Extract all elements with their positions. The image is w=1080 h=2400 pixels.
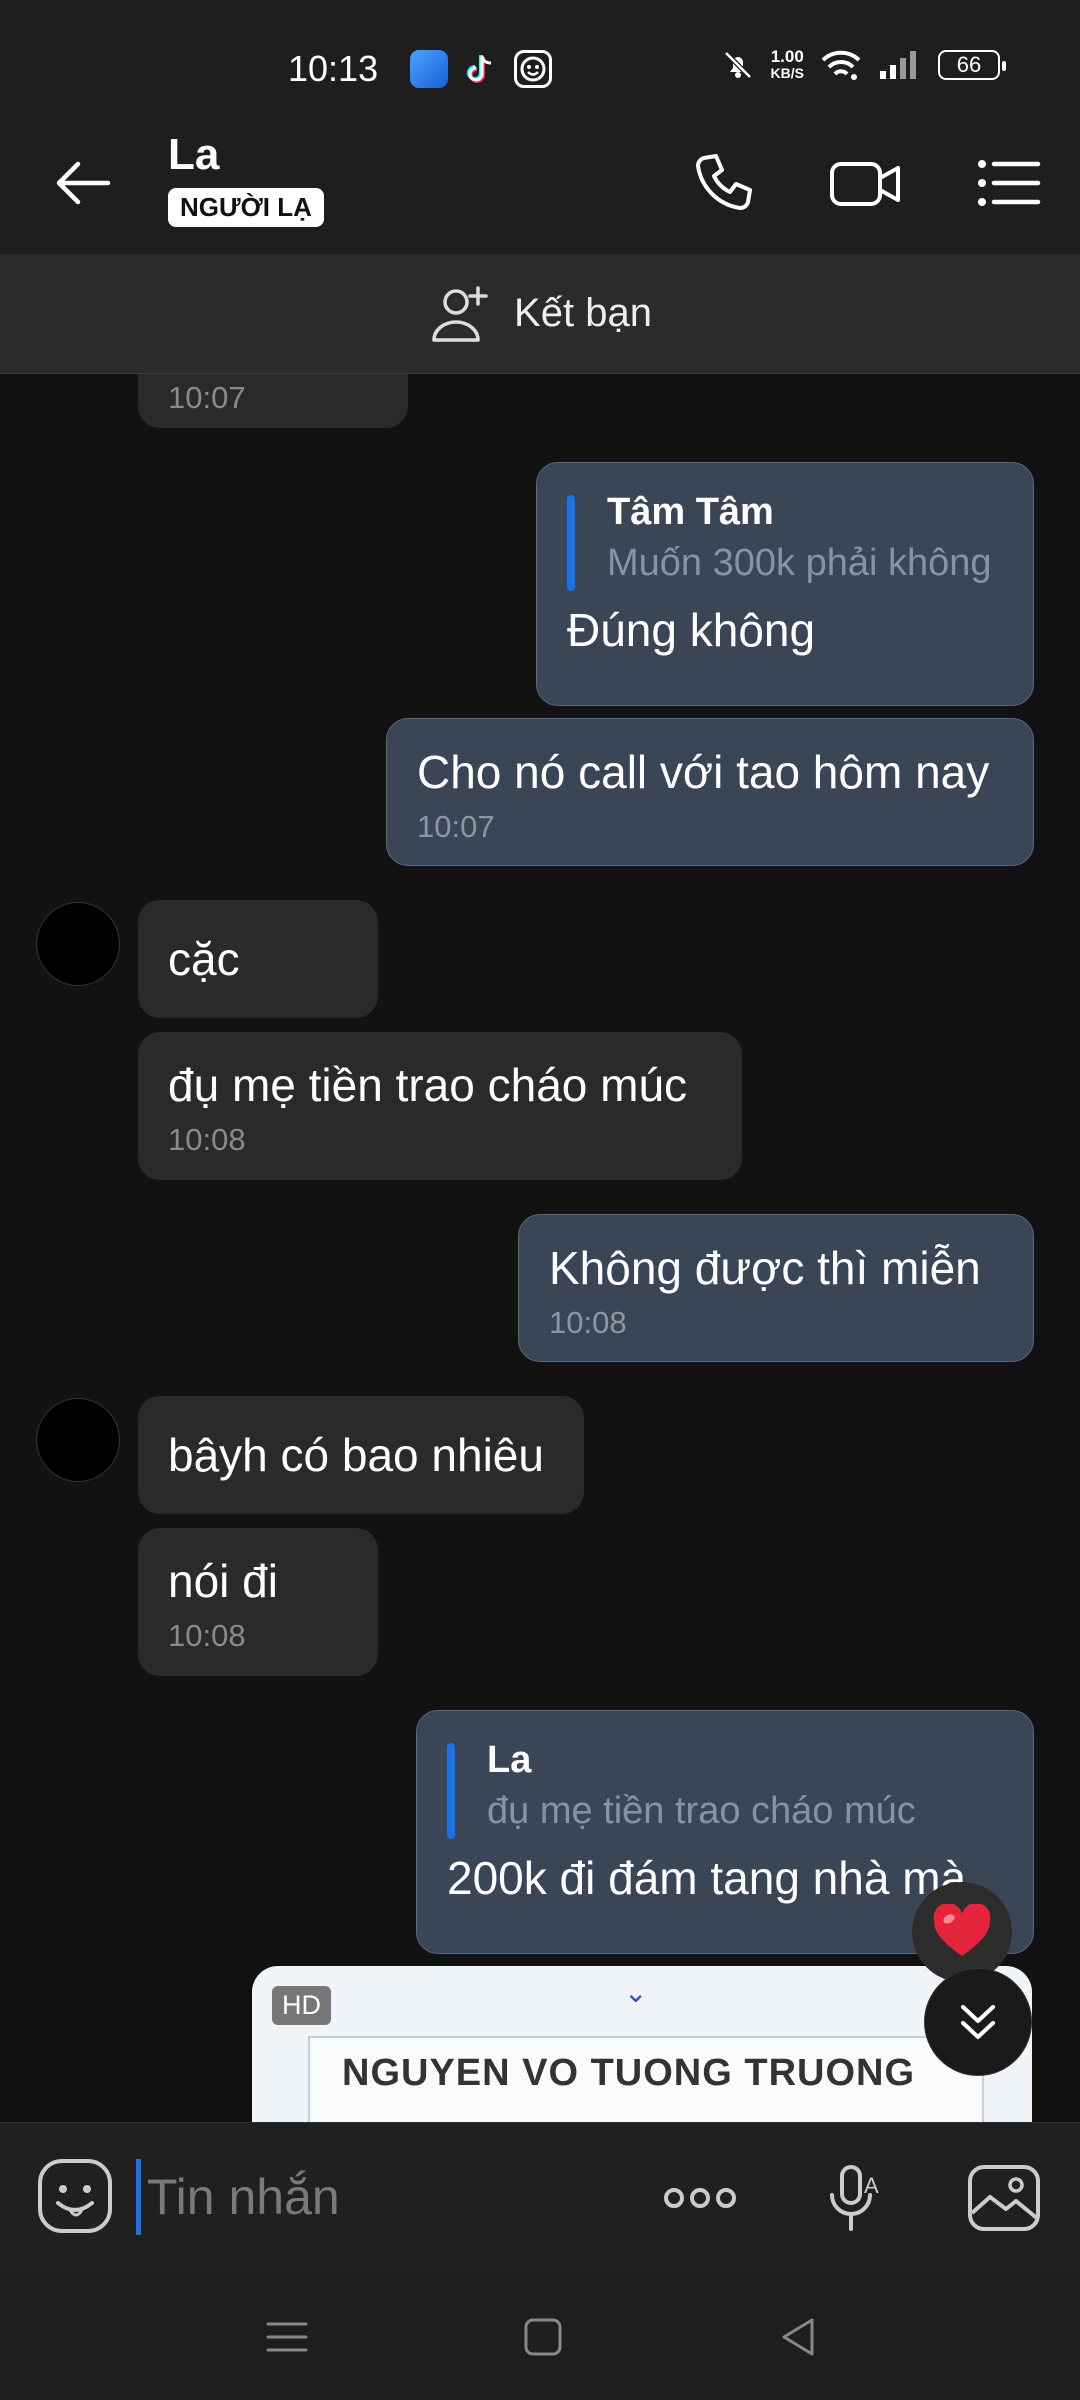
chat-header: La NGƯỜI LẠ	[0, 110, 1080, 254]
message-incoming[interactable]: cặc	[138, 900, 378, 1018]
emoji-icon[interactable]	[36, 2157, 114, 2235]
hd-badge: HD	[272, 1986, 331, 2025]
reply-quote-text: đụ mẹ tiền trao cháo múc	[487, 1790, 916, 1832]
message-outgoing-reply[interactable]: Tâm Tâm Muốn 300k phải không Đúng không	[536, 462, 1034, 706]
system-nav-bar	[0, 2272, 1080, 2400]
arrow-left-icon[interactable]	[48, 148, 118, 218]
list-menu-icon[interactable]	[974, 148, 1044, 218]
svg-text:A: A	[864, 2173, 879, 2198]
scroll-to-bottom-button[interactable]	[924, 1968, 1032, 2076]
message-text: cặc	[168, 933, 240, 985]
image-text: NGUYEN VO TUONG TRUONG	[342, 2052, 916, 2094]
message-text: bâyh có bao nhiêu	[168, 1429, 544, 1481]
message-incoming[interactable]: đụ mẹ tiền trao cháo múc 10:08	[138, 1032, 742, 1180]
phone-icon[interactable]	[688, 148, 758, 218]
avatar[interactable]	[36, 1398, 120, 1482]
message-time: 10:08	[549, 1305, 627, 1340]
message-time: 10:07	[168, 380, 246, 415]
message-text: 200k đi đám tang nhà mà	[447, 1852, 967, 1904]
double-chevron-down-icon: ⌄	[624, 1977, 648, 2008]
image-gallery-icon[interactable]	[966, 2163, 1042, 2233]
signal-icon	[880, 51, 916, 79]
contact-name[interactable]: La	[168, 130, 219, 180]
message-list[interactable]: 10:07 Tâm Tâm Muốn 300k phải không Đúng …	[0, 374, 1080, 2122]
video-camera-icon[interactable]	[830, 148, 900, 218]
net-speed-unit: KB/S	[770, 65, 804, 81]
status-time: 10:13	[288, 48, 379, 89]
message-outgoing[interactable]: Không được thì miễn 10:08	[518, 1214, 1034, 1362]
heart-reaction-icon[interactable]	[912, 1882, 1012, 1982]
message-text: đụ mẹ tiền trao cháo múc	[168, 1059, 688, 1111]
message-incoming[interactable]: 10:07	[138, 374, 408, 428]
net-speed-value: 1.00	[770, 47, 804, 66]
message-text: nói đi	[168, 1555, 278, 1607]
reply-quote[interactable]: La đụ mẹ tiền trao cháo múc	[447, 1739, 1003, 1839]
status-bar: 10:13 1.00 KB/S 66	[0, 0, 1080, 110]
reply-quote-name: Tâm Tâm	[607, 491, 774, 533]
home-icon[interactable]	[520, 2314, 566, 2360]
status-app-icons	[410, 50, 552, 88]
status-right: 1.00 KB/S 66	[721, 48, 1006, 82]
battery-indicator: 66	[938, 50, 1006, 80]
message-time: 10:08	[168, 1618, 246, 1653]
message-input-bar: A	[0, 2122, 1080, 2272]
message-incoming[interactable]: nói đi 10:08	[138, 1528, 378, 1676]
tiktok-icon	[462, 50, 500, 88]
message-text: Cho nó call với tao hôm nay	[417, 746, 990, 798]
double-chevron-down-icon	[961, 2005, 995, 2039]
add-user-icon	[432, 285, 488, 342]
message-text: Không được thì miễn	[549, 1242, 981, 1294]
app-notification-icon	[410, 50, 448, 88]
message-outgoing[interactable]: Cho nó call với tao hôm nay 10:07	[386, 718, 1034, 866]
reply-quote-name: La	[487, 1739, 532, 1781]
message-incoming[interactable]: bâyh có bao nhiêu	[138, 1396, 584, 1514]
reply-quote[interactable]: Tâm Tâm Muốn 300k phải không	[567, 491, 1003, 591]
message-time: 10:07	[417, 809, 495, 844]
stranger-badge: NGƯỜI LẠ	[168, 188, 324, 227]
recent-apps-icon[interactable]	[264, 2314, 310, 2360]
avatar[interactable]	[36, 902, 120, 986]
microphone-icon[interactable]: A	[818, 2163, 894, 2233]
mute-icon	[723, 51, 752, 79]
message-text: Đúng không	[567, 604, 816, 656]
more-dots-icon[interactable]	[662, 2163, 738, 2233]
reply-quote-text: Muốn 300k phải không	[607, 542, 992, 584]
message-time: 10:08	[168, 1122, 246, 1157]
message-input[interactable]	[136, 2159, 616, 2235]
wifi-icon	[821, 50, 861, 80]
add-friend-bar[interactable]: Kết bạn	[0, 254, 1080, 374]
face-app-icon	[514, 50, 552, 88]
add-friend-label: Kết bạn	[514, 291, 652, 335]
net-speed: 1.00 KB/S	[771, 48, 804, 82]
image-message[interactable]: ⌄ NGUYEN VO TUONG TRUONG HD	[252, 1966, 1032, 2122]
back-nav-icon[interactable]	[776, 2314, 822, 2360]
